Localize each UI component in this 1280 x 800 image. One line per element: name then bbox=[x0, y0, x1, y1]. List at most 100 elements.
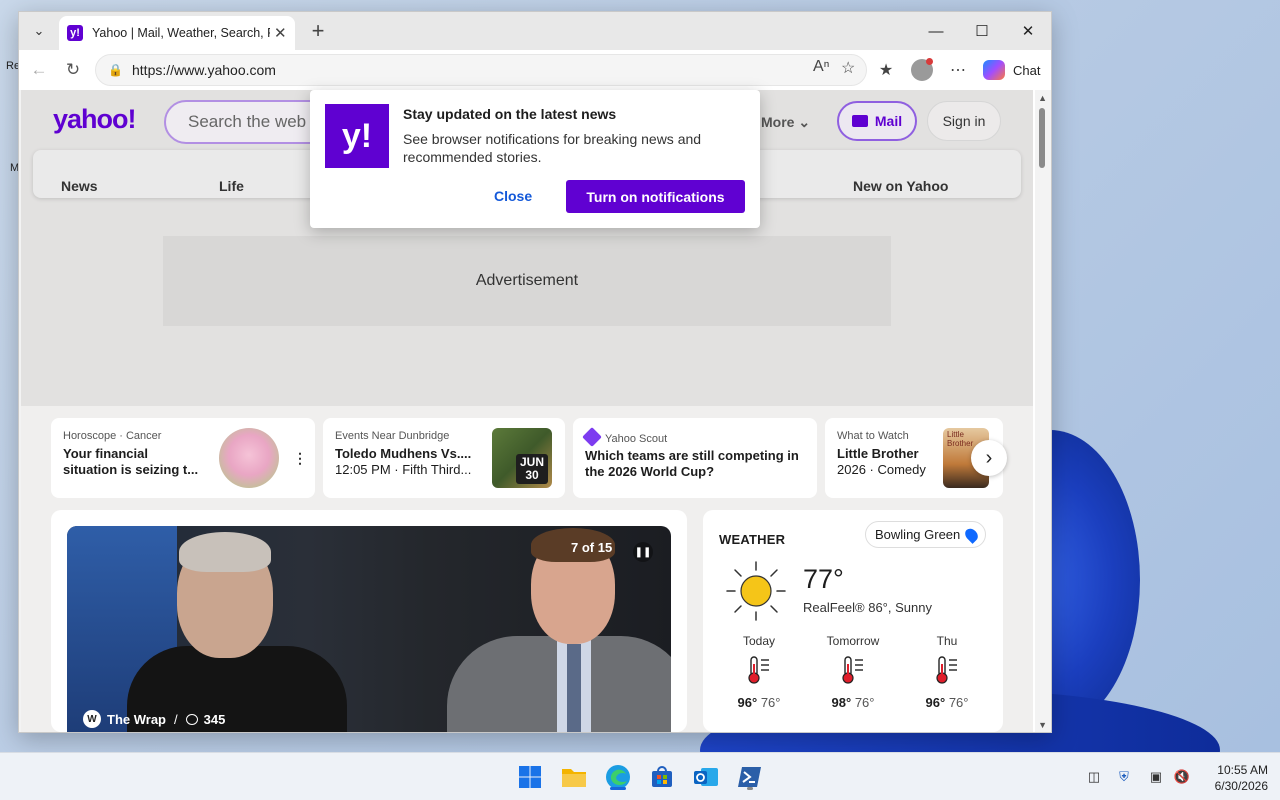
current-temperature: 77° bbox=[803, 564, 844, 594]
realfeel-text: RealFeel® 86°, Sunny bbox=[803, 600, 932, 615]
thermometer-icon bbox=[936, 656, 957, 684]
maximize-button[interactable]: ☐ bbox=[959, 18, 1005, 44]
folder-icon bbox=[562, 769, 586, 787]
advertisement[interactable]: Advertisement bbox=[163, 236, 891, 326]
taskbar: ◫ ⛨ ▣ 🔇 10:55 AM 6/30/2026 bbox=[0, 752, 1280, 800]
favorite-star-icon[interactable]: ☆ bbox=[841, 58, 855, 78]
nav-life[interactable]: Life bbox=[219, 178, 244, 194]
scroll-down-icon[interactable]: ▼ bbox=[1038, 720, 1047, 730]
forecast-label: Thu bbox=[936, 634, 958, 648]
source-name[interactable]: The Wrap bbox=[107, 712, 166, 727]
card-kicker: Horoscope · Cancer bbox=[63, 430, 162, 442]
the-wrap-logo-icon: W bbox=[83, 710, 101, 728]
turn-on-notifications-button[interactable]: Turn on notifications bbox=[566, 180, 745, 213]
card-kicker: What to Watch bbox=[837, 430, 909, 442]
hero-person-left bbox=[127, 526, 347, 732]
weather-location: Bowling Green bbox=[875, 527, 961, 542]
terminal-button[interactable] bbox=[734, 761, 766, 793]
prompt-close-button[interactable]: Close bbox=[494, 188, 532, 204]
card-scout[interactable]: Yahoo Scout Which teams are still compet… bbox=[573, 418, 817, 498]
url-text[interactable]: https://www.yahoo.com bbox=[132, 62, 276, 78]
file-explorer-button[interactable] bbox=[558, 761, 590, 793]
card-kicker-text: Yahoo Scout bbox=[605, 433, 668, 445]
pause-icon[interactable]: ❚❚ bbox=[633, 542, 653, 562]
close-window-button[interactable]: ✕ bbox=[1005, 18, 1051, 44]
date-badge: JUN 30 bbox=[515, 454, 548, 484]
favorites-icon[interactable]: ★ bbox=[873, 58, 899, 82]
prompt-body: See browser notifications for breaking n… bbox=[403, 131, 702, 165]
forecast-high: 96° bbox=[925, 695, 946, 710]
edge-button[interactable] bbox=[602, 761, 634, 793]
card-title: Little Brother 2026 · Comedy bbox=[837, 446, 947, 478]
refresh-button[interactable]: ↻ bbox=[59, 58, 87, 82]
store-button[interactable] bbox=[646, 761, 678, 793]
read-aloud-icon[interactable]: Aⁿ bbox=[813, 58, 830, 76]
usb-icon[interactable]: ◫ bbox=[1086, 769, 1102, 785]
system-clock[interactable]: 10:55 AM 6/30/2026 bbox=[1198, 762, 1268, 794]
profile-notification-dot bbox=[926, 58, 933, 65]
search-placeholder: Search the web bbox=[188, 112, 307, 131]
thermometer-icon bbox=[748, 656, 769, 684]
hero-source: W The Wrap / 345 bbox=[83, 710, 225, 728]
running-app-indicator bbox=[747, 787, 753, 790]
forecast-label: Today bbox=[742, 634, 776, 648]
comment-icon bbox=[185, 713, 198, 725]
minimize-button[interactable]: — bbox=[913, 18, 959, 44]
network-icon[interactable]: ▣ bbox=[1148, 769, 1164, 785]
card-event[interactable]: Events Near Dunbridge Toledo Mudhens Vs.… bbox=[323, 418, 565, 498]
forecast-high: 96° bbox=[737, 695, 758, 710]
security-icon[interactable]: ⛨ bbox=[1116, 769, 1132, 785]
hero-image[interactable]: 7 of 15 ❚❚ W The Wrap / 345 bbox=[67, 526, 671, 732]
start-button[interactable] bbox=[514, 761, 546, 793]
page-scrollbar[interactable]: ▲ ▼ bbox=[1035, 90, 1049, 732]
forecast-label: Tomorrow bbox=[826, 634, 880, 648]
mail-button[interactable]: Mail bbox=[837, 101, 917, 141]
forecast-temps: 96° 76° bbox=[719, 695, 799, 710]
outlook-button[interactable] bbox=[690, 761, 722, 793]
back-button[interactable]: ← bbox=[25, 58, 53, 82]
nav-new-on-yahoo[interactable]: New on Yahoo bbox=[853, 178, 948, 194]
card-title-line: Little Brother bbox=[837, 446, 919, 461]
card-subtitle: 2026 · Comedy bbox=[837, 462, 926, 477]
powershell-icon bbox=[738, 767, 761, 787]
active-app-indicator bbox=[610, 787, 626, 790]
sun-icon bbox=[726, 561, 786, 621]
more-options-icon[interactable]: ⋯ bbox=[945, 58, 971, 82]
comment-count[interactable]: 345 bbox=[204, 712, 226, 727]
yahoo-favicon-icon: y! bbox=[67, 25, 83, 41]
nav-news[interactable]: News bbox=[61, 178, 98, 194]
sign-in-button[interactable]: Sign in bbox=[927, 101, 1001, 141]
outlook-icon bbox=[694, 768, 718, 786]
volume-muted-icon[interactable]: 🔇 bbox=[1174, 769, 1190, 785]
yahoo-logo[interactable]: yahoo! bbox=[53, 104, 137, 135]
card-title: Which teams are still competing in the 2… bbox=[585, 448, 799, 479]
card-horoscope[interactable]: Horoscope · Cancer Your financial situat… bbox=[51, 418, 315, 498]
forecast-low: 76° bbox=[948, 695, 969, 710]
forecast-high: 98° bbox=[831, 695, 852, 710]
forecast-today[interactable]: Today 96° 76° bbox=[719, 634, 799, 710]
yahoo-scout-icon bbox=[582, 427, 602, 447]
mail-icon bbox=[851, 115, 868, 127]
story-carousel: Horoscope · Cancer Your financial situat… bbox=[51, 418, 1007, 498]
address-bar[interactable]: 🔒 https://www.yahoo.com bbox=[95, 54, 867, 86]
scroll-up-icon[interactable]: ▲ bbox=[1038, 93, 1047, 103]
tab-close-icon[interactable]: ✕ bbox=[274, 24, 287, 42]
store-icon bbox=[652, 766, 672, 787]
tab-list-button[interactable]: ⌄ bbox=[25, 18, 53, 44]
card-menu-icon[interactable]: ⋮ bbox=[293, 450, 307, 467]
carousel-next-button[interactable]: › bbox=[971, 440, 1007, 476]
tab-yahoo[interactable]: y! Yahoo | Mail, Weather, Search, Politi… bbox=[59, 16, 295, 50]
forecast-temps: 96° 76° bbox=[907, 695, 987, 710]
forecast-tomorrow[interactable]: Tomorrow 98° 76° bbox=[813, 634, 893, 710]
copilot-chat-button[interactable]: Chat bbox=[979, 56, 1045, 84]
tab-title: Yahoo | Mail, Weather, Search, Politics,… bbox=[92, 26, 270, 40]
clock-date: 6/30/2026 bbox=[1214, 779, 1268, 793]
new-tab-button[interactable]: + bbox=[307, 20, 329, 42]
forecast-thu[interactable]: Thu 96° 76° bbox=[907, 634, 987, 710]
weather-widget: WEATHER Bowling Green 77° RealFeel® 86°,… bbox=[703, 510, 1003, 732]
more-menu[interactable]: More ⌄ bbox=[761, 114, 810, 131]
scroll-thumb[interactable] bbox=[1039, 108, 1045, 168]
lock-icon[interactable]: 🔒 bbox=[108, 63, 123, 77]
tab-strip: ⌄ y! Yahoo | Mail, Weather, Search, Poli… bbox=[19, 12, 1051, 50]
weather-location-button[interactable]: Bowling Green bbox=[865, 521, 987, 548]
